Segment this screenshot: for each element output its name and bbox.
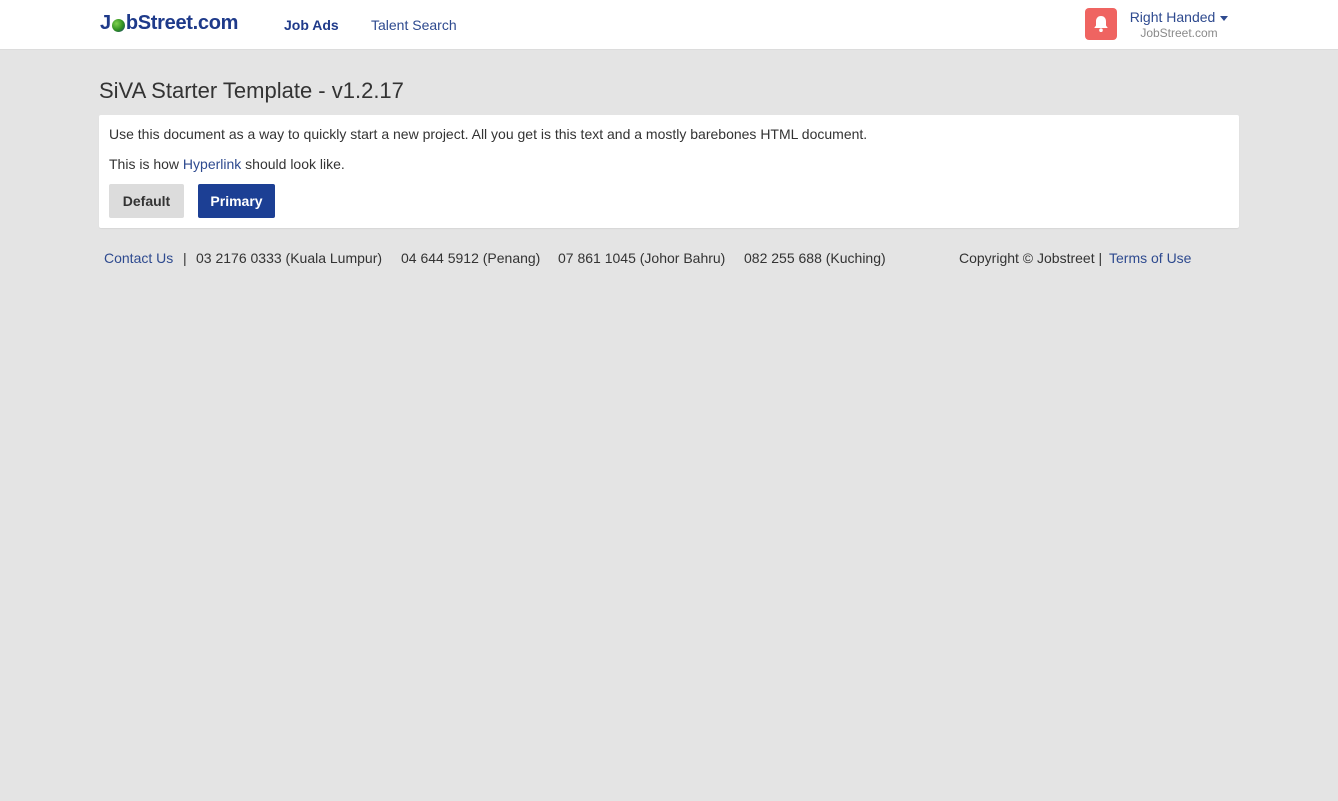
contact-us-link[interactable]: Contact Us bbox=[104, 250, 173, 266]
intro-text: Use this document as a way to quickly st… bbox=[109, 126, 868, 142]
footer-separator: | bbox=[183, 250, 187, 266]
globe-logo-icon bbox=[111, 18, 125, 32]
user-name-dropdown[interactable]: Right Handed bbox=[1130, 9, 1229, 25]
user-company: JobStreet.com bbox=[1140, 26, 1218, 40]
logo-text-prefix: J bbox=[100, 12, 111, 34]
primary-button[interactable]: Primary bbox=[198, 184, 275, 218]
default-button[interactable]: Default bbox=[109, 184, 184, 218]
footer: Contact Us | 03 2176 0333 (Kuala Lumpur)… bbox=[104, 250, 1204, 270]
hyperlink-sample-text: This is how Hyperlink should look like. bbox=[109, 156, 345, 172]
page-title: SiVA Starter Template - v1.2.17 bbox=[99, 78, 404, 103]
user-name: Right Handed bbox=[1129, 9, 1216, 25]
copyright-text: Copyright © Jobstreet | bbox=[959, 250, 1103, 266]
phone-penang: 04 644 5912 (Penang) bbox=[401, 250, 541, 266]
sample-hyperlink[interactable]: Hyperlink bbox=[183, 156, 241, 172]
phone-kuala-lumpur: 03 2176 0333 (Kuala Lumpur) bbox=[196, 250, 383, 266]
top-navbar: JbStreet.com Job Ads Talent Search Right… bbox=[0, 0, 1338, 50]
notifications-button[interactable] bbox=[1085, 8, 1117, 40]
bell-icon bbox=[1094, 16, 1108, 32]
jobstreet-logo[interactable]: JbStreet.com bbox=[100, 12, 238, 35]
nav-talent-search[interactable]: Talent Search bbox=[371, 17, 457, 33]
logo-text-suffix: bStreet.com bbox=[125, 12, 239, 34]
link-prefix: This is how bbox=[109, 156, 183, 172]
caret-down-icon bbox=[1220, 15, 1229, 21]
terms-of-use-link[interactable]: Terms of Use bbox=[1109, 250, 1191, 266]
user-menu[interactable]: Right Handed JobStreet.com bbox=[1124, 9, 1234, 40]
content-panel: Use this document as a way to quickly st… bbox=[99, 115, 1239, 228]
link-suffix: should look like. bbox=[241, 156, 345, 172]
nav-job-ads[interactable]: Job Ads bbox=[284, 17, 339, 33]
phone-johor-bahru: 07 861 1045 (Johor Bahru) bbox=[558, 250, 726, 266]
phone-kuching: 082 255 688 (Kuching) bbox=[744, 250, 886, 266]
